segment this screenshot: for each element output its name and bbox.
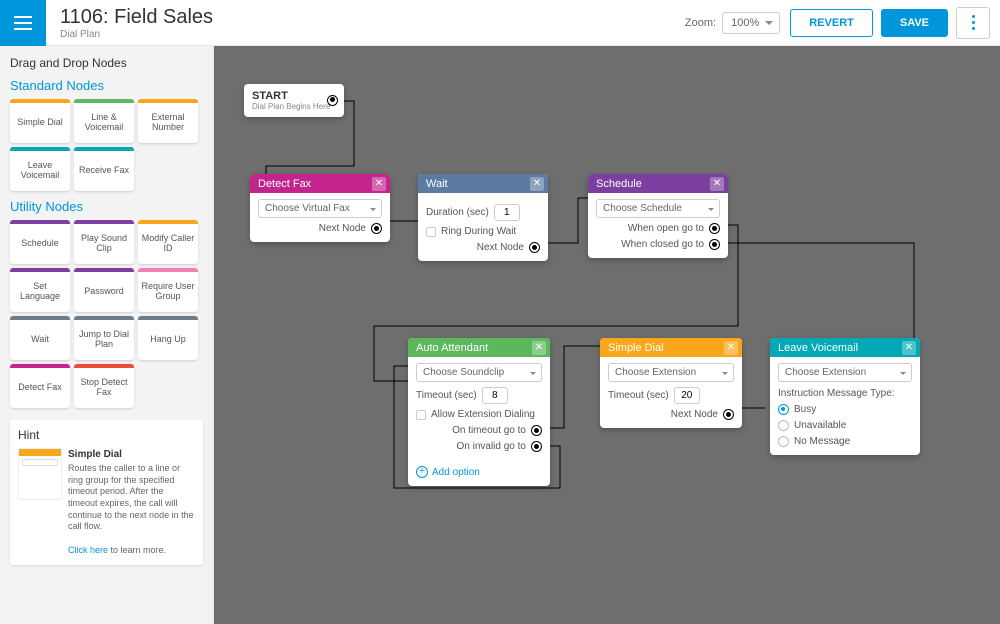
zoom-label: Zoom: xyxy=(685,17,716,29)
palette-tile[interactable]: External Number xyxy=(138,99,198,143)
close-icon[interactable]: ✕ xyxy=(372,177,386,191)
standard-heading: Standard Nodes xyxy=(10,78,203,93)
ring-checkbox[interactable] xyxy=(426,227,436,237)
hint-title: Simple Dial xyxy=(68,448,195,461)
timeout-input[interactable] xyxy=(482,387,508,404)
palette-tile[interactable]: Modify Caller ID xyxy=(138,220,198,264)
timeout-input[interactable] xyxy=(674,387,700,404)
more-button[interactable] xyxy=(956,7,990,39)
start-title: START xyxy=(252,90,336,102)
node-header: Auto Attendant ✕ xyxy=(408,338,550,357)
hint-heading: Hint xyxy=(18,428,195,442)
plus-icon: + xyxy=(416,466,428,478)
close-icon[interactable]: ✕ xyxy=(710,177,724,191)
standard-grid: Simple DialLine & VoicemailExternal Numb… xyxy=(10,99,203,191)
soundclip-select[interactable]: Choose Soundclip xyxy=(416,363,542,382)
hamburger-icon xyxy=(14,16,32,30)
virtual-fax-select[interactable]: Choose Virtual Fax xyxy=(258,199,382,218)
invalid-port[interactable] xyxy=(531,441,542,452)
palette-tile[interactable]: Password xyxy=(74,268,134,312)
palette-tile[interactable]: Hang Up xyxy=(138,316,198,360)
page-title: 1106: Field Sales xyxy=(60,6,685,29)
detect-fax-node[interactable]: Detect Fax ✕ Choose Virtual Fax Next Nod… xyxy=(250,174,390,242)
node-header: Schedule ✕ xyxy=(588,174,728,193)
palette-tile[interactable]: Stop Detect Fax xyxy=(74,364,134,408)
title-area: 1106: Field Sales Dial Plan xyxy=(46,6,685,40)
save-button[interactable]: SAVE xyxy=(881,9,948,37)
hint-text: Routes the caller to a line or ring grou… xyxy=(68,463,194,531)
page-subtitle: Dial Plan xyxy=(60,29,685,40)
close-icon[interactable]: ✕ xyxy=(902,341,916,355)
extension-select[interactable]: Choose Extension xyxy=(778,363,912,382)
close-icon[interactable]: ✕ xyxy=(532,341,546,355)
allow-ext-checkbox[interactable] xyxy=(416,410,426,420)
utility-heading: Utility Nodes xyxy=(10,199,203,214)
palette-tile[interactable]: Jump to Dial Plan xyxy=(74,316,134,360)
node-header: Simple Dial ✕ xyxy=(600,338,742,357)
palette-tile[interactable]: Require User Group xyxy=(138,268,198,312)
palette-tile[interactable]: Wait xyxy=(10,316,70,360)
schedule-node[interactable]: Schedule ✕ Choose Schedule When open go … xyxy=(588,174,728,258)
busy-radio[interactable] xyxy=(778,404,789,415)
next-port[interactable] xyxy=(723,409,734,420)
timeout-port[interactable] xyxy=(531,425,542,436)
utility-grid: SchedulePlay Sound ClipModify Caller ID S… xyxy=(10,220,203,408)
close-icon[interactable]: ✕ xyxy=(530,177,544,191)
zoom-select[interactable]: 100% xyxy=(722,12,780,34)
hint-panel: Hint Simple Dial Routes the caller to a … xyxy=(10,420,203,565)
leave-voicemail-node[interactable]: Leave Voicemail ✕ Choose Extension Instr… xyxy=(770,338,920,455)
start-node[interactable]: START Dial Plan Begins Here xyxy=(244,84,344,117)
sidebar-title: Drag and Drop Nodes xyxy=(10,56,203,70)
hint-thumbnail xyxy=(18,448,62,500)
menu-button[interactable] xyxy=(0,0,46,46)
extension-select[interactable]: Choose Extension xyxy=(608,363,734,382)
node-header: Wait ✕ xyxy=(418,174,548,193)
start-sub: Dial Plan Begins Here xyxy=(252,102,336,111)
closed-port[interactable] xyxy=(709,239,720,250)
close-icon[interactable]: ✕ xyxy=(724,341,738,355)
node-header: Leave Voicemail ✕ xyxy=(770,338,920,357)
schedule-select[interactable]: Choose Schedule xyxy=(596,199,720,218)
open-port[interactable] xyxy=(709,223,720,234)
duration-input[interactable] xyxy=(494,204,520,221)
palette-tile[interactable]: Detect Fax xyxy=(10,364,70,408)
palette-tile[interactable]: Set Language xyxy=(10,268,70,312)
palette-tile[interactable]: Simple Dial xyxy=(10,99,70,143)
palette-tile[interactable]: Receive Fax xyxy=(74,147,134,191)
auto-attendant-node[interactable]: Auto Attendant ✕ Choose Soundclip Timeou… xyxy=(408,338,550,486)
connection-wires xyxy=(214,46,1000,624)
next-port[interactable] xyxy=(371,223,382,234)
sidebar: Drag and Drop Nodes Standard Nodes Simpl… xyxy=(0,46,214,624)
wait-node[interactable]: Wait ✕ Duration (sec) Ring During Wait N… xyxy=(418,174,548,261)
palette-tile[interactable]: Leave Voicemail xyxy=(10,147,70,191)
palette-tile[interactable]: Line & Voicemail xyxy=(74,99,134,143)
header: 1106: Field Sales Dial Plan Zoom: 100% R… xyxy=(0,0,1000,46)
simple-dial-node[interactable]: Simple Dial ✕ Choose Extension Timeout (… xyxy=(600,338,742,428)
palette-tile[interactable]: Play Sound Clip xyxy=(74,220,134,264)
revert-button[interactable]: REVERT xyxy=(790,9,873,37)
add-option-link[interactable]: Add option xyxy=(432,467,480,478)
canvas[interactable]: START Dial Plan Begins Here Detect Fax ✕… xyxy=(214,46,1000,624)
hint-body: Simple Dial Routes the caller to a line … xyxy=(68,448,195,557)
unavailable-radio[interactable] xyxy=(778,420,789,431)
hint-link[interactable]: Click here xyxy=(68,545,108,557)
palette-tile[interactable]: Schedule xyxy=(10,220,70,264)
node-header: Detect Fax ✕ xyxy=(250,174,390,193)
next-port[interactable] xyxy=(529,242,540,253)
start-port[interactable] xyxy=(327,95,338,106)
nomessage-radio[interactable] xyxy=(778,436,789,447)
